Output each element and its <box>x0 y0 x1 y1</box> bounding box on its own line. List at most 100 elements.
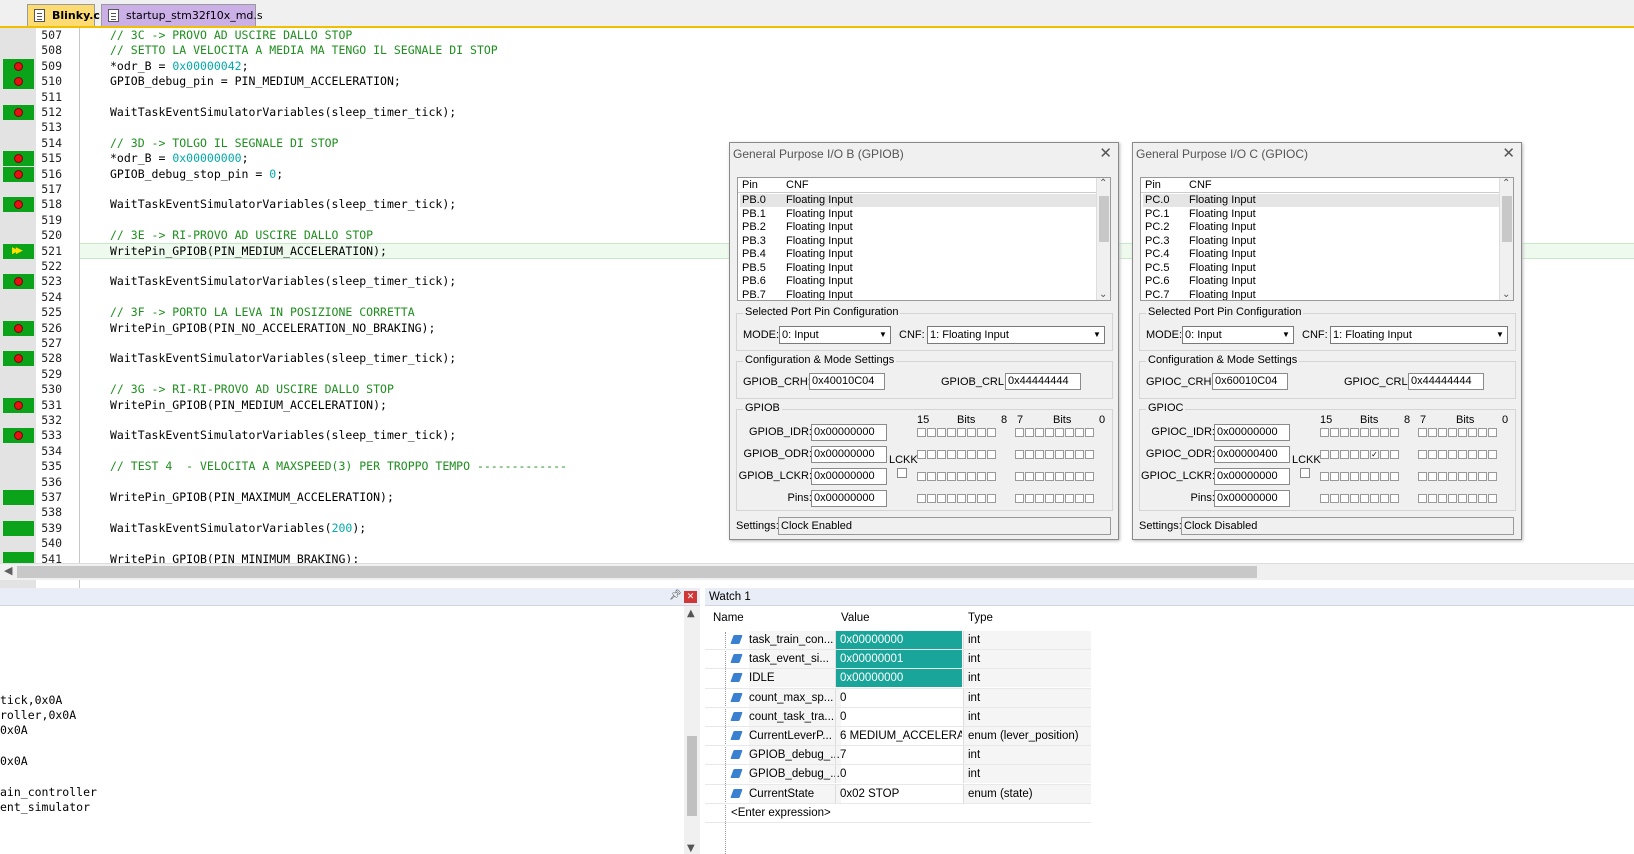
bit-checkbox[interactable] <box>1448 450 1457 459</box>
bit-checkbox[interactable] <box>1340 450 1349 459</box>
bit-checkbox[interactable] <box>1035 472 1044 481</box>
bit-checkbox[interactable] <box>1055 494 1064 503</box>
crh-field[interactable]: 0x40010C04 <box>809 373 885 390</box>
bit-checkbox[interactable] <box>1045 428 1054 437</box>
breakpoint-marker[interactable] <box>3 151 34 167</box>
enter-expression[interactable]: <Enter expression> <box>731 804 841 822</box>
bit-checkbox[interactable] <box>1428 450 1437 459</box>
scrollbar-thumb[interactable] <box>687 736 697 816</box>
bit-checkbox[interactable] <box>1340 428 1349 437</box>
scrollbar-thumb[interactable] <box>1099 196 1109 242</box>
bit-checkbox[interactable] <box>1015 494 1024 503</box>
scrollbar-thumb[interactable] <box>1502 196 1512 242</box>
pin-row[interactable]: PC.1 Floating Input <box>1143 208 1499 221</box>
scroll-down-icon[interactable]: ▼ <box>687 843 695 854</box>
bit-checkbox[interactable] <box>957 494 966 503</box>
register-field[interactable]: 0x00000400 <box>1214 446 1290 463</box>
bit-checkbox[interactable] <box>1055 450 1064 459</box>
bit-checkbox[interactable] <box>917 472 926 481</box>
watch-header-name[interactable]: Name <box>713 612 744 624</box>
bit-checkbox[interactable] <box>977 428 986 437</box>
bit-checkbox[interactable] <box>1438 428 1447 437</box>
bit-checkbox[interactable] <box>1065 494 1074 503</box>
scroll-up-icon[interactable]: ▲ <box>687 608 695 619</box>
bit-checkbox[interactable] <box>1390 472 1399 481</box>
bit-checkbox[interactable] <box>1380 450 1389 459</box>
col-cnf[interactable]: CNF <box>786 179 809 191</box>
bit-checkbox[interactable] <box>1448 494 1457 503</box>
bit-checkbox[interactable] <box>1075 450 1084 459</box>
bit-checkbox[interactable] <box>947 472 956 481</box>
watch-row[interactable]: task_event_si... 0x00000001 int <box>705 650 1091 670</box>
bit-checkbox[interactable] <box>1075 472 1084 481</box>
lckk-checkbox[interactable] <box>897 468 907 478</box>
bit-checkbox[interactable] <box>1418 428 1427 437</box>
pin-row[interactable]: PB.4 Floating Input <box>740 248 1096 261</box>
bit-checkbox[interactable] <box>1360 472 1369 481</box>
watch-value[interactable]: 0 <box>835 707 962 726</box>
scroll-left-icon[interactable]: ◀ <box>4 564 12 577</box>
bit-checkbox[interactable] <box>1478 494 1487 503</box>
bit-checkbox[interactable] <box>937 494 946 503</box>
watch-value[interactable]: 7 <box>835 746 962 765</box>
breakpoint-marker[interactable] <box>3 351 34 367</box>
bit-checkbox[interactable] <box>967 428 976 437</box>
bit-checkbox[interactable] <box>1360 450 1369 459</box>
bit-checkbox[interactable] <box>1055 472 1064 481</box>
bit-checkbox[interactable] <box>1380 472 1389 481</box>
watch-row[interactable]: CurrentState 0x02 STOP enum (state) <box>705 784 1091 804</box>
watch-value[interactable]: 0x00000000 <box>835 631 962 649</box>
pin-icon[interactable]: 📌︎ <box>669 590 682 601</box>
bit-checkbox[interactable] <box>1370 472 1379 481</box>
bit-checkbox[interactable] <box>1390 428 1399 437</box>
bit-checkbox[interactable] <box>1065 428 1074 437</box>
mode-select[interactable]: 0: Input ▼ <box>1182 326 1294 344</box>
lckk-checkbox[interactable] <box>1300 468 1310 478</box>
watch-value[interactable]: 0 <box>835 765 962 784</box>
breakpoint-marker[interactable] <box>3 520 34 536</box>
bit-checkbox[interactable] <box>1360 494 1369 503</box>
bit-checkbox[interactable] <box>927 494 936 503</box>
bit-checkbox[interactable] <box>1035 450 1044 459</box>
bit-checkbox[interactable] <box>927 428 936 437</box>
bit-checkbox[interactable] <box>1320 472 1329 481</box>
breakpoint-marker[interactable] <box>3 274 34 290</box>
bit-checkbox[interactable] <box>957 472 966 481</box>
breakpoint-marker[interactable] <box>3 197 34 213</box>
pin-list-scrollbar[interactable]: ⌃ ⌄ <box>1096 178 1110 300</box>
bit-checkbox[interactable] <box>1330 428 1339 437</box>
bit-checkbox[interactable] <box>987 472 996 481</box>
watch-row[interactable]: count_task_tra... 0 int <box>705 707 1091 727</box>
bit-checkbox[interactable] <box>1468 494 1477 503</box>
enter-expression-row[interactable]: <Enter expression> <box>705 804 1091 823</box>
pin-row[interactable]: PB.5 Floating Input <box>740 262 1096 275</box>
watch-value[interactable]: 0x00000000 <box>835 669 962 688</box>
bit-checkbox[interactable] <box>1418 450 1427 459</box>
bit-checkbox[interactable] <box>1340 472 1349 481</box>
pin-row[interactable]: PB.6 Floating Input <box>740 275 1096 288</box>
pin-row[interactable]: PB.1 Floating Input <box>740 208 1096 221</box>
pin-row[interactable]: PC.0 Floating Input <box>1143 194 1499 208</box>
pin-row[interactable]: PC.6 Floating Input <box>1143 275 1499 288</box>
bit-checkbox[interactable] <box>1025 428 1034 437</box>
register-field[interactable]: 0x00000000 <box>811 424 887 441</box>
pin-row[interactable]: PB.3 Floating Input <box>740 235 1096 248</box>
bit-checkbox[interactable] <box>1390 494 1399 503</box>
tab-startup-file[interactable]: startup_stm32f10x_md.s <box>101 4 263 26</box>
bit-checkbox[interactable] <box>1330 450 1339 459</box>
bit-checkbox[interactable] <box>1330 472 1339 481</box>
bit-checkbox[interactable] <box>1350 494 1359 503</box>
crl-field[interactable]: 0x44444444 <box>1005 373 1081 390</box>
breakpoint-marker[interactable] <box>3 490 34 505</box>
watch-value[interactable]: 0 <box>835 688 962 707</box>
bit-checkbox[interactable] <box>1350 450 1359 459</box>
bit-checkbox[interactable] <box>1488 494 1497 503</box>
bit-checkbox[interactable] <box>1468 450 1477 459</box>
pin-row[interactable]: PB.2 Floating Input <box>740 221 1096 234</box>
bit-checkbox[interactable] <box>987 450 996 459</box>
register-field[interactable]: 0x00000000 <box>811 490 887 507</box>
bit-checkbox[interactable] <box>1085 472 1094 481</box>
pin-row[interactable]: PC.7 Floating Input <box>1143 289 1499 301</box>
bit-checkbox[interactable] <box>1448 428 1457 437</box>
register-field[interactable]: 0x00000000 <box>1214 468 1290 485</box>
